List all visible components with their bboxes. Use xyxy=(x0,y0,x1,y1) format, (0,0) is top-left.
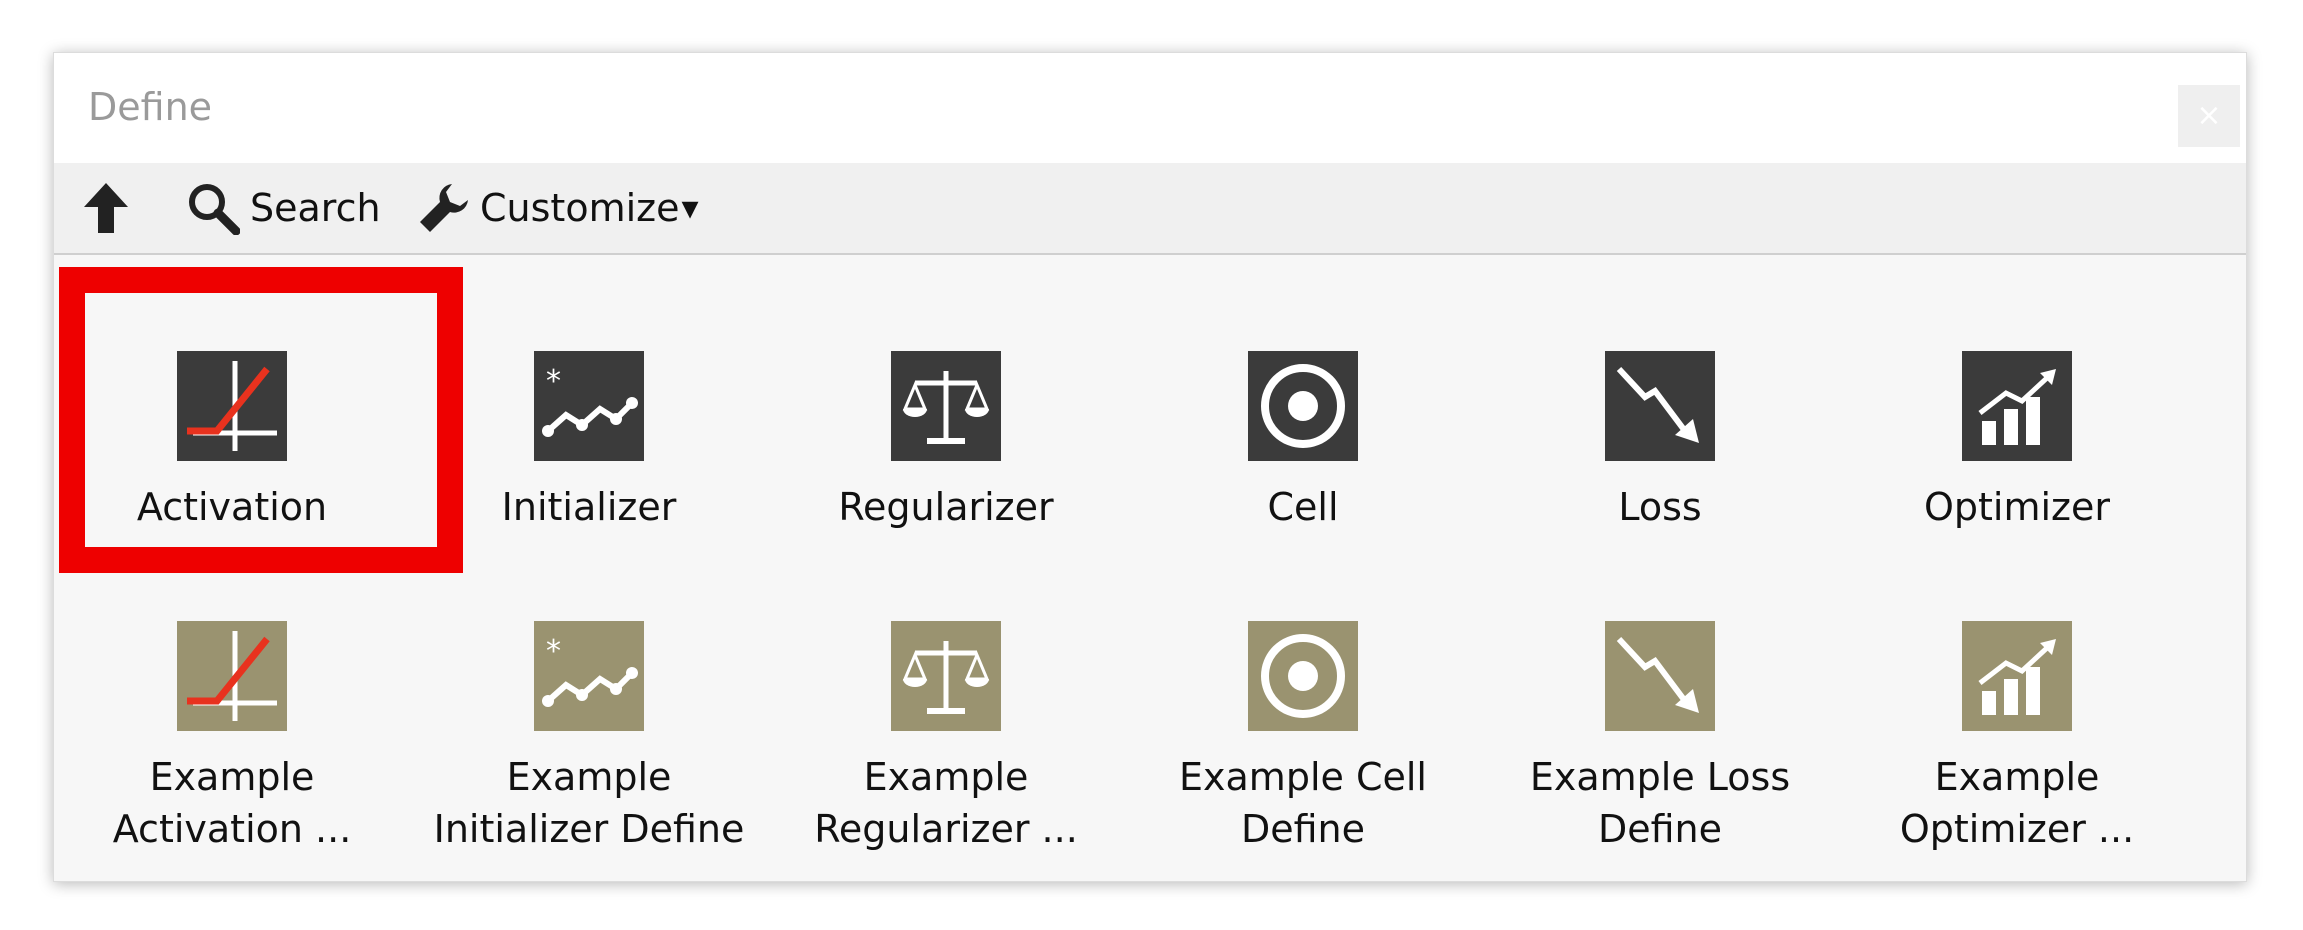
item-example-regularizer[interactable]: Example Regularizer ... xyxy=(768,525,1124,881)
optimizer-icon xyxy=(1962,621,2072,731)
label-line: Activation ... xyxy=(112,807,352,851)
item-example-initializer[interactable]: * Example Initializer Define xyxy=(411,525,767,881)
item-label: Example Optimizer ... xyxy=(1839,751,2195,855)
search-button[interactable]: Search xyxy=(186,181,381,235)
customize-label: Customize xyxy=(480,186,680,230)
wrench-icon xyxy=(420,184,468,232)
item-example-cell[interactable]: Example Cell Define xyxy=(1125,525,1481,881)
label-line: Example xyxy=(149,755,315,799)
item-label: Example Cell Define xyxy=(1125,751,1481,855)
label-line: Regularizer ... xyxy=(814,807,1078,851)
label-line: Example Cell xyxy=(1179,755,1427,799)
item-optimizer[interactable]: Optimizer xyxy=(1839,255,2195,529)
chevron-down-icon: ▾ xyxy=(681,188,699,228)
window-title: Define xyxy=(88,85,213,129)
initializer-icon: * xyxy=(534,351,644,461)
item-label: Example Activation ... xyxy=(54,751,410,855)
item-initializer[interactable]: * Initializer xyxy=(411,255,767,529)
item-label: Example Regularizer ... xyxy=(768,751,1124,855)
label-line: Optimizer ... xyxy=(1899,807,2135,851)
loss-icon xyxy=(1605,351,1715,461)
label-line: Define xyxy=(1597,807,1723,851)
item-example-optimizer[interactable]: Example Optimizer ... xyxy=(1839,525,2195,881)
close-button[interactable]: × xyxy=(2178,85,2240,147)
label-line: Example xyxy=(1934,755,2100,799)
regularizer-icon xyxy=(891,351,1001,461)
arrow-up-icon xyxy=(84,183,128,233)
label-line: Example Loss xyxy=(1529,755,1791,799)
label-line: Example xyxy=(863,755,1029,799)
search-label: Search xyxy=(250,186,381,230)
activation-icon xyxy=(177,621,287,731)
item-label: Example Loss Define xyxy=(1482,751,1838,855)
customize-button[interactable]: Customize ▾ xyxy=(416,181,699,235)
svg-text:*: * xyxy=(546,634,561,669)
item-example-activation[interactable]: Example Activation ... xyxy=(54,525,410,881)
item-regularizer[interactable]: Regularizer xyxy=(768,255,1124,529)
activation-icon xyxy=(177,351,287,461)
item-loss[interactable]: Loss xyxy=(1482,255,1838,529)
items-grid: Activation * Initializer Regularizer Cel… xyxy=(54,255,2246,881)
up-button[interactable] xyxy=(82,181,130,235)
title-bar: Define × xyxy=(54,53,2246,163)
item-example-loss[interactable]: Example Loss Define xyxy=(1482,525,1838,881)
initializer-icon: * xyxy=(534,621,644,731)
optimizer-icon xyxy=(1962,351,2072,461)
regularizer-icon xyxy=(891,621,1001,731)
label-line: Initializer Define xyxy=(433,807,745,851)
cell-icon xyxy=(1248,351,1358,461)
item-label: Example Initializer Define xyxy=(411,751,767,855)
label-line: Define xyxy=(1240,807,1366,851)
cell-icon xyxy=(1248,621,1358,731)
search-icon xyxy=(189,184,240,235)
item-cell[interactable]: Cell xyxy=(1125,255,1481,529)
define-window: Define × Search Customize ▾ Activation *… xyxy=(53,52,2247,882)
item-activation[interactable]: Activation xyxy=(54,255,410,529)
toolbar: Search Customize ▾ xyxy=(54,163,2246,255)
svg-text:*: * xyxy=(546,364,561,399)
label-line: Example xyxy=(506,755,672,799)
loss-icon xyxy=(1605,621,1715,731)
